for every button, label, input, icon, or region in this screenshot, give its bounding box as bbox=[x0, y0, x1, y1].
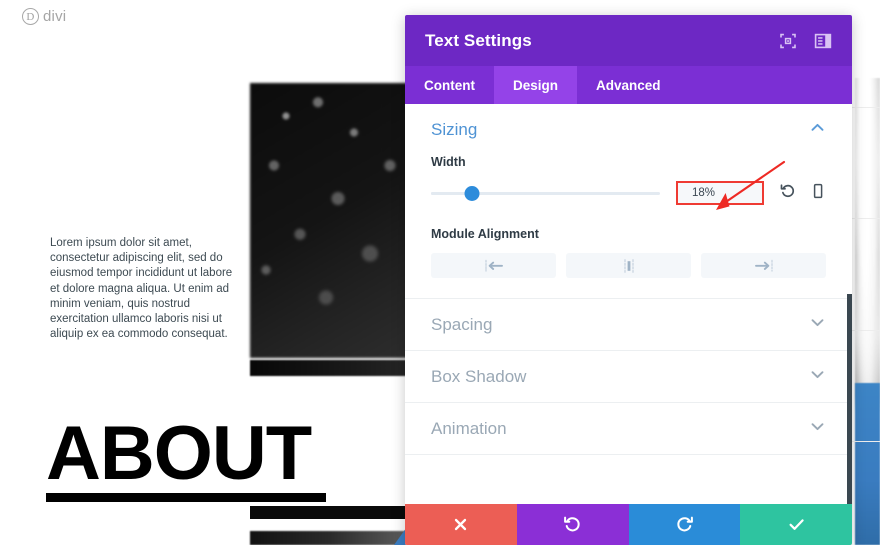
page-hairline bbox=[850, 441, 880, 442]
section-animation-header[interactable]: Animation bbox=[405, 403, 852, 454]
section-sizing-header[interactable]: Sizing bbox=[405, 104, 852, 155]
section-box-shadow: Box Shadow bbox=[405, 351, 852, 403]
about-heading-block: ABOUT bbox=[46, 411, 326, 503]
section-spacing-title: Spacing bbox=[431, 314, 493, 334]
section-spacing-header[interactable]: Spacing bbox=[405, 299, 852, 350]
divi-logo[interactable]: D divi bbox=[22, 8, 66, 25]
close-x-icon bbox=[455, 518, 467, 531]
save-button[interactable] bbox=[740, 504, 852, 545]
lower-black-bar bbox=[250, 506, 420, 519]
align-right-button[interactable] bbox=[701, 253, 826, 278]
page-hairline bbox=[850, 218, 880, 219]
width-slider-handle[interactable] bbox=[464, 185, 480, 201]
chevron-up-icon[interactable] bbox=[809, 119, 826, 141]
chevron-down-icon[interactable] bbox=[809, 418, 826, 440]
page-title: ABOUT bbox=[46, 411, 312, 496]
text-settings-modal: Text Settings Content Design Advanced Si… bbox=[405, 15, 852, 545]
align-left-button[interactable] bbox=[431, 253, 556, 278]
undo-reset-icon[interactable] bbox=[780, 183, 796, 204]
chevron-down-icon[interactable] bbox=[809, 314, 826, 336]
module-alignment-label: Module Alignment bbox=[431, 227, 539, 241]
page-hairline bbox=[850, 330, 880, 331]
chevron-down-icon[interactable] bbox=[809, 366, 826, 388]
section-animation: Animation bbox=[405, 403, 852, 455]
section-sizing-content: Width 18% Module Alignment bbox=[405, 155, 852, 298]
tab-advanced[interactable]: Advanced bbox=[577, 66, 680, 104]
align-center-button[interactable] bbox=[566, 253, 691, 278]
screen: D divi Lorem ipsum dolor sit amet, conse… bbox=[0, 0, 880, 545]
section-spacing: Spacing bbox=[405, 299, 852, 351]
section-sizing-title: Sizing bbox=[431, 119, 478, 139]
modal-body: Sizing Width 18% Module Alignment Spacin… bbox=[405, 104, 852, 504]
section-sizing: Sizing Width 18% Module Alignment bbox=[405, 104, 852, 299]
tab-content[interactable]: Content bbox=[405, 66, 494, 104]
undo-arrow-icon bbox=[564, 516, 580, 532]
width-value-input[interactable]: 18% bbox=[676, 181, 764, 205]
section-animation-title: Animation bbox=[431, 418, 507, 438]
checkmark-icon bbox=[789, 519, 804, 530]
divi-logo-text: divi bbox=[43, 8, 67, 25]
mobile-device-icon[interactable] bbox=[810, 183, 826, 204]
section-box-shadow-header[interactable]: Box Shadow bbox=[405, 351, 852, 402]
module-alignment-group bbox=[431, 253, 826, 278]
section-box-shadow-title: Box Shadow bbox=[431, 366, 527, 386]
panel-layout-icon[interactable] bbox=[814, 32, 832, 50]
redo-button[interactable] bbox=[628, 504, 741, 545]
body-paragraph: Lorem ipsum dolor sit amet, consectetur … bbox=[50, 237, 233, 341]
focus-target-icon[interactable] bbox=[779, 32, 797, 50]
right-photo-blue-block bbox=[855, 383, 880, 545]
width-extra-controls bbox=[780, 183, 826, 204]
modal-title: Text Settings bbox=[425, 30, 532, 50]
page-hairline bbox=[850, 107, 880, 108]
modal-footer bbox=[405, 504, 852, 545]
modal-header: Text Settings bbox=[405, 15, 852, 66]
cancel-button[interactable] bbox=[405, 504, 517, 545]
tab-design[interactable]: Design bbox=[494, 66, 578, 104]
undo-button[interactable] bbox=[516, 504, 629, 545]
redo-arrow-icon bbox=[677, 516, 693, 532]
width-slider[interactable] bbox=[431, 185, 660, 201]
modal-header-icons bbox=[779, 32, 832, 50]
width-label: Width bbox=[431, 155, 466, 169]
modal-tabs: Content Design Advanced bbox=[405, 66, 852, 104]
modal-scrollbar[interactable] bbox=[847, 104, 852, 504]
modal-scrollbar-thumb[interactable] bbox=[847, 294, 852, 504]
width-control-row: 18% bbox=[431, 181, 826, 205]
divi-logo-mark: D bbox=[22, 8, 39, 25]
